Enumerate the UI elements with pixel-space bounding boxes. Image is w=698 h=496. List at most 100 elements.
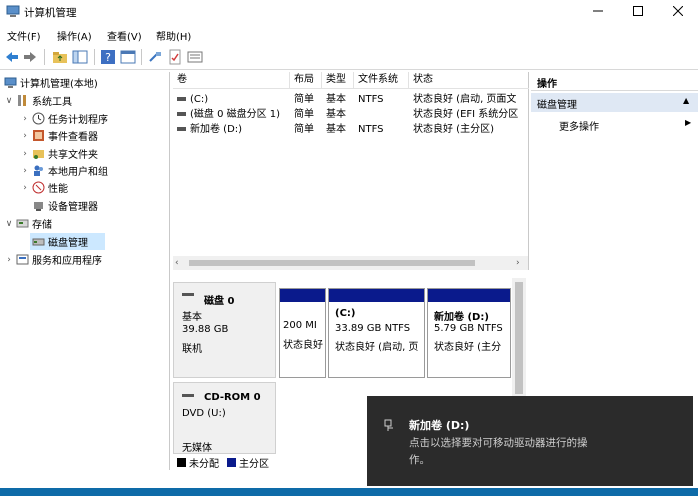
disk0-info[interactable]: 磁盘 0 基本 39.88 GB 联机 [173,282,276,378]
chevron-down-icon[interactable]: ∨ [4,96,14,106]
minimize-button[interactable] [578,0,618,22]
chevron-down-icon[interactable]: ∨ [4,219,14,229]
tree-item-device-manager[interactable]: 设备管理器 [30,197,98,214]
tree-label-disk-management: 磁盘管理 [48,238,88,249]
tree-label-event-viewer: 事件查看器 [48,132,98,143]
scroll-right-icon[interactable]: › [516,258,520,268]
cdrom-media: 无媒体 [182,443,212,454]
chevron-right-icon[interactable]: › [20,131,30,141]
partition-size: 5.79 GB NTFS [434,323,503,334]
tree-item-disk-management[interactable]: 磁盘管理 [30,233,105,250]
partition-d[interactable]: 新加卷 (D:) 5.79 GB NTFS 状态良好 (主分 [427,288,511,378]
taskbar-strip [0,488,698,496]
menu-file[interactable]: 文件(F) [7,28,41,43]
cell-status: 状态良好 (主分区) [413,124,494,135]
toolbar: ? [0,44,698,70]
chevron-right-icon[interactable]: › [20,183,30,193]
cell-volume: (C:) [190,94,209,105]
tree-label-shared-folders: 共享文件夹 [48,150,98,161]
users-icon [32,164,45,177]
up-folder-icon[interactable] [52,49,68,65]
chevron-right-icon[interactable]: › [20,149,30,159]
chevron-right-icon[interactable]: › [20,166,30,176]
disk0-size: 39.88 GB [182,324,229,335]
chevron-right-icon[interactable]: › [20,114,30,124]
scrollbar-thumb[interactable] [515,282,523,394]
tree-item-performance[interactable]: › 性能 [20,179,68,196]
legend: 未分配 主分区 [177,456,269,470]
disk0-status: 联机 [182,344,202,355]
menu-help[interactable]: 帮助(H) [156,28,191,43]
tree-item-services-apps[interactable]: › 服务和应用程序 [4,251,102,268]
tree-label-root: 计算机管理(本地) [20,79,98,90]
tree-label-services-apps: 服务和应用程序 [32,256,102,267]
cell-layout: 简单 [294,124,314,135]
properties-icon[interactable] [120,49,136,65]
cell-volume: 新加卷 (D:) [190,124,243,135]
table-row[interactable]: 新加卷 (D:) 简单 基本 NTFS 状态良好 (主分区) [173,123,529,137]
list-view-icon[interactable] [187,49,203,65]
cell-type: 基本 [326,109,346,120]
collapse-up-icon[interactable]: ▲ [683,96,689,105]
actions-section-disk-management[interactable]: 磁盘管理 ▲ [531,93,698,112]
check-document-icon[interactable] [167,49,183,65]
cell-volume: (磁盘 0 磁盘分区 1) [190,109,281,120]
cell-status: 状态良好 (EFI 系统分区 [413,109,519,120]
partition-header-bar [280,289,325,302]
event-viewer-icon [32,129,45,142]
menu-action[interactable]: 操作(A) [57,28,92,43]
col-header-filesystem[interactable]: 文件系统 [354,72,409,89]
tree-label-system-tools: 系统工具 [32,97,72,108]
partition-size: 200 MI [283,320,317,331]
partition-c[interactable]: (C:) 33.89 GB NTFS 状态良好 (启动, 页 [328,288,425,378]
action-more-label: 更多操作 [559,122,599,133]
tree-item-event-viewer[interactable]: › 事件查看器 [20,127,98,144]
tree-item-shared-folders[interactable]: › 共享文件夹 [20,145,98,162]
help-icon[interactable]: ? [100,49,116,65]
chevron-right-icon[interactable]: › [4,255,14,265]
horizontal-scrollbar[interactable]: ‹ › [173,256,528,270]
cell-type: 基本 [326,94,346,105]
partition-size: 33.89 GB NTFS [335,323,411,334]
tree-label-task-scheduler: 任务计划程序 [48,115,108,126]
partition-status: 状态良好 (启动, 页 [335,342,419,353]
show-hide-tree-icon[interactable] [72,49,88,65]
scroll-left-icon[interactable]: ‹ [175,258,179,268]
tree-item-task-scheduler[interactable]: › 任务计划程序 [20,110,108,127]
col-header-volume[interactable]: 卷 [173,72,290,89]
forward-icon[interactable] [22,49,38,65]
scrollbar-thumb[interactable] [189,260,475,266]
partition-efi[interactable]: 200 MI 状态良好 [279,288,326,378]
storage-icon [16,217,29,230]
disk0-type: 基本 [182,312,202,323]
tree-item-storage[interactable]: ∨ 存储 [4,215,52,232]
services-icon [16,253,29,266]
partition-title: (C:) [335,308,356,319]
disk-management-icon [32,235,45,248]
col-header-type[interactable]: 类型 [322,72,354,89]
menu-view[interactable]: 查看(V) [107,28,142,43]
col-header-layout[interactable]: 布局 [290,72,322,89]
connect-icon[interactable] [147,49,163,65]
toast-title: 新加卷 (D:) [409,419,470,432]
submenu-arrow-icon: ▶ [685,118,692,127]
maximize-button[interactable] [618,0,658,22]
volume-icon [177,97,186,101]
back-icon[interactable] [4,49,20,65]
window-title: 计算机管理 [24,7,77,19]
col-header-status[interactable]: 状态 [409,72,529,89]
toast-message-line1: 点击以选择要对可移动驱动器进行的操 [409,437,588,449]
cdrom-drive: DVD (U:) [182,408,226,419]
toast-notification[interactable]: 新加卷 (D:) 点击以选择要对可移动驱动器进行的操 作。 [367,396,693,486]
close-button[interactable] [658,0,698,22]
volume-icon [177,127,186,131]
action-more[interactable]: 更多操作 ▶ [531,116,698,134]
tree-item-root[interactable]: 计算机管理(本地) [2,74,98,91]
close-icon [673,6,683,16]
cdrom-info[interactable]: CD-ROM 0 DVD (U:) 无媒体 [173,382,276,454]
navigation-tree: 计算机管理(本地) ∨ 系统工具 › 任务计划程序 › 事件查看器 › 共享文件… [0,72,170,470]
table-row[interactable]: (磁盘 0 磁盘分区 1) 简单 基本 状态良好 (EFI 系统分区 [173,108,529,122]
table-row[interactable]: (C:) 简单 基本 NTFS 状态良好 (启动, 页面文 [173,93,529,107]
tree-item-local-users[interactable]: › 本地用户和组 [20,162,108,179]
tree-item-system-tools[interactable]: ∨ 系统工具 [4,92,72,109]
